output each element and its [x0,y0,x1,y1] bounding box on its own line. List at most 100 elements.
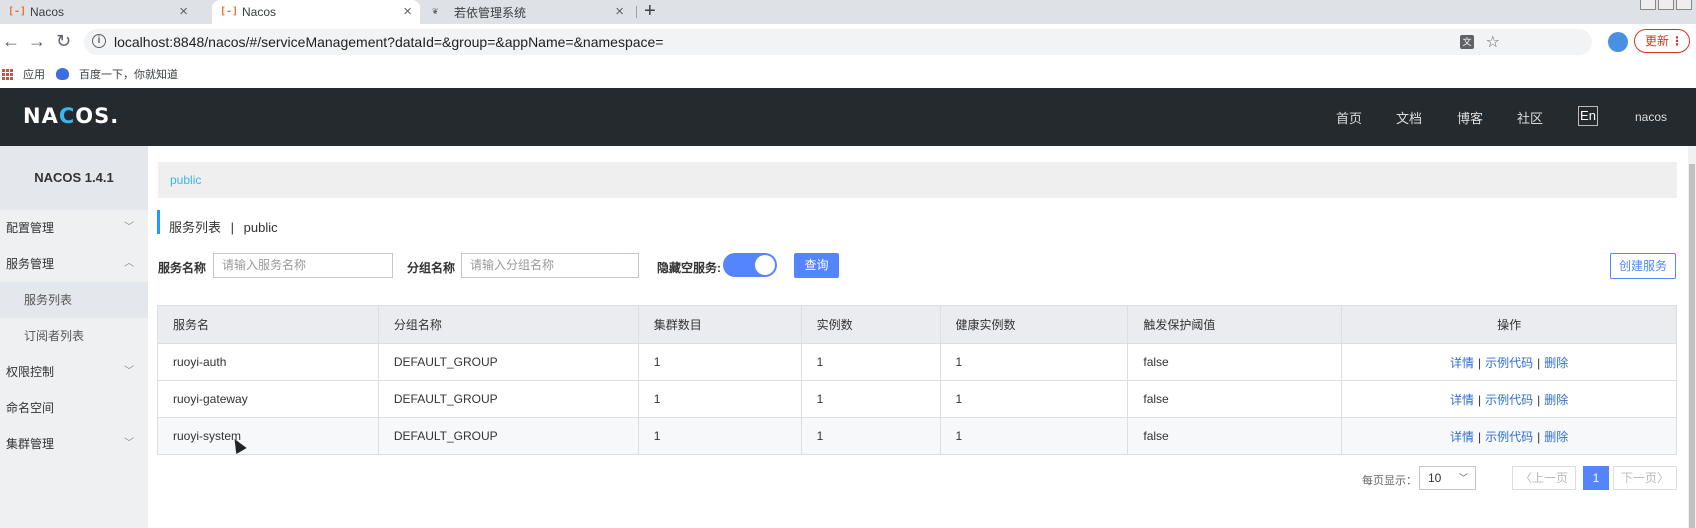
detail-link[interactable]: 详情 [1450,393,1474,407]
browser-tab-nacos-1[interactable]: [-] Nacos × [0,0,196,24]
scrollbar-thumb[interactable] [1689,164,1695,528]
sidebar-item-cluster[interactable]: 集群管理 ﹀ [0,426,148,462]
forward-arrow-icon[interactable]: → [28,31,46,51]
tab-close-icon[interactable]: × [615,3,624,21]
cell-service-name: ruoyi-auth [157,343,379,381]
cell-clusters: 1 [637,417,802,455]
sidebar-item-label: 命名空间 [6,401,55,415]
tab-close-icon[interactable]: × [403,3,412,21]
cell-threshold: false [1127,380,1342,418]
nav-community[interactable]: 社区 [1517,108,1543,127]
sidebar-item-namespace[interactable]: 命名空间 [0,390,148,426]
delete-link[interactable]: 删除 [1544,430,1568,444]
table-row: ruoyi-auth DEFAULT_GROUP 1 1 1 false 详情 |… [157,343,1677,381]
nav-blog[interactable]: 博客 [1457,108,1483,127]
sample-code-link[interactable]: 示例代码 [1485,430,1533,444]
detail-link[interactable]: 详情 [1450,356,1474,370]
window-minimize-button[interactable] [1640,0,1656,10]
sidebar-title: NACOS 1.4.1 [0,146,148,210]
title-accent-line [157,210,160,234]
create-service-button[interactable]: 创建服务 [1610,253,1676,279]
back-arrow-icon[interactable]: ← [2,31,20,51]
cell-actions: 详情 | 示例代码 | 删除 [1341,380,1677,418]
query-button[interactable]: 查询 [794,253,839,278]
action-separator: | [1537,355,1541,370]
cell-service-name: ruoyi-system [157,417,379,455]
detail-link[interactable]: 详情 [1450,430,1474,444]
bookmark-apps-icon [2,68,13,80]
cell-healthy: 1 [939,380,1128,418]
bookmark-baidu-icon [56,68,69,80]
namespace-tab-public[interactable]: public [170,173,201,187]
service-name-label: 服务名称 [158,261,207,275]
bookmark-baidu[interactable]: 百度一下，你就知道 [56,66,178,82]
sample-code-link[interactable]: 示例代码 [1485,393,1533,407]
sidebar-item-subscribers[interactable]: 订阅者列表 [0,318,148,354]
update-button[interactable]: 更新 ⋮ [1634,29,1690,53]
update-label: 更新 [1645,34,1670,48]
site-info-icon[interactable]: i [92,34,106,48]
action-separator: | [1537,392,1541,407]
group-name-input[interactable]: 请输入分组名称 [461,253,639,278]
prev-page-button[interactable]: 〈上一页 [1512,466,1576,490]
extension-icon[interactable] [1608,32,1628,52]
page-title-text: 服务列表 [169,220,222,235]
new-tab-icon[interactable]: + [644,0,656,24]
cell-instances: 1 [800,417,941,455]
star-icon[interactable]: ☆ [1486,32,1500,52]
sidebar-item-config[interactable]: 配置管理 ﹀ [0,210,148,246]
translate-icon[interactable]: 文 [1460,35,1474,49]
reload-icon[interactable]: ↻ [56,31,71,51]
service-table: 服务名 分组名称 集群数目 实例数 健康实例数 触发保护阈值 操作 ruoyi-… [157,305,1677,455]
action-separator: | [1477,392,1482,407]
current-page-button[interactable]: 1 [1583,466,1609,490]
nacos-logo[interactable]: NACOS. [23,104,119,128]
ruoyi-favicon-icon: ❦ [432,6,439,17]
chevron-down-icon: ﹀ [124,438,134,449]
address-bar[interactable]: i localhost:8848/nacos/#/serviceManageme… [84,29,1592,55]
tab-title: Nacos [242,5,277,19]
nav-home[interactable]: 首页 [1336,108,1362,127]
prev-page-label: 上一页 [1532,471,1569,485]
nav-docs[interactable]: 文档 [1396,108,1422,127]
tab-close-icon[interactable]: × [179,3,188,21]
cell-group: DEFAULT_GROUP [377,417,639,455]
sample-code-link[interactable]: 示例代码 [1485,356,1533,370]
cell-group: DEFAULT_GROUP [377,343,639,381]
column-header: 服务名 [157,305,379,344]
page-title: 服务列表 | public [169,217,278,236]
browser-tab-nacos-2[interactable]: [-] Nacos × [212,0,420,24]
service-name-input[interactable]: 请输入服务名称 [213,253,393,278]
sidebar: NACOS 1.4.1 配置管理 ﹀ 服务管理 ︿ 服务列表 订阅者列表 权限控… [0,146,148,528]
url-text[interactable]: localhost:8848/nacos/#/serviceManagement… [114,34,663,50]
sidebar-item-label: 服务管理 [6,257,55,271]
nacos-header: NACOS. 首页 文档 博客 社区 En nacos [0,88,1696,146]
hide-empty-toggle[interactable] [723,253,777,277]
sidebar-item-label: 配置管理 [6,221,55,235]
page-scrollbar[interactable] [1688,146,1696,528]
delete-link[interactable]: 删除 [1544,393,1568,407]
nacos-favicon-icon: [-] [8,6,27,17]
language-switch-button[interactable]: En [1578,106,1598,126]
hide-empty-label: 隐藏空服务: [657,261,721,275]
column-header: 分组名称 [377,305,639,344]
window-restore-button[interactable] [1658,0,1674,10]
bookmark-apps[interactable]: 应用 [2,66,45,82]
sidebar-item-auth[interactable]: 权限控制 ﹀ [0,354,148,390]
window-close-button[interactable] [1676,0,1692,10]
menu-dots-icon[interactable]: ⋮ [1671,30,1683,52]
user-name[interactable]: nacos [1635,110,1667,124]
column-header: 健康实例数 [939,305,1129,344]
next-page-button[interactable]: 下一页〉 [1613,466,1677,490]
cell-clusters: 1 [637,343,802,381]
chevron-up-icon: ︿ [124,258,134,269]
delete-link[interactable]: 删除 [1544,356,1568,370]
per-page-select[interactable]: 10 ﹀ [1419,466,1476,490]
browser-tab-bar: [-] Nacos × [-] Nacos × ❦ 若依管理系统 × + [0,0,1696,24]
sidebar-item-service[interactable]: 服务管理 ︿ [0,246,148,282]
table-row: ruoyi-system DEFAULT_GROUP 1 1 1 false 详… [157,417,1677,455]
browser-tab-ruoyi[interactable]: ❦ 若依管理系统 × [424,0,632,24]
sidebar-item-service-list[interactable]: 服务列表 [0,282,148,318]
per-page-value: 10 [1428,471,1442,485]
page-title-namespace: public [243,220,278,235]
